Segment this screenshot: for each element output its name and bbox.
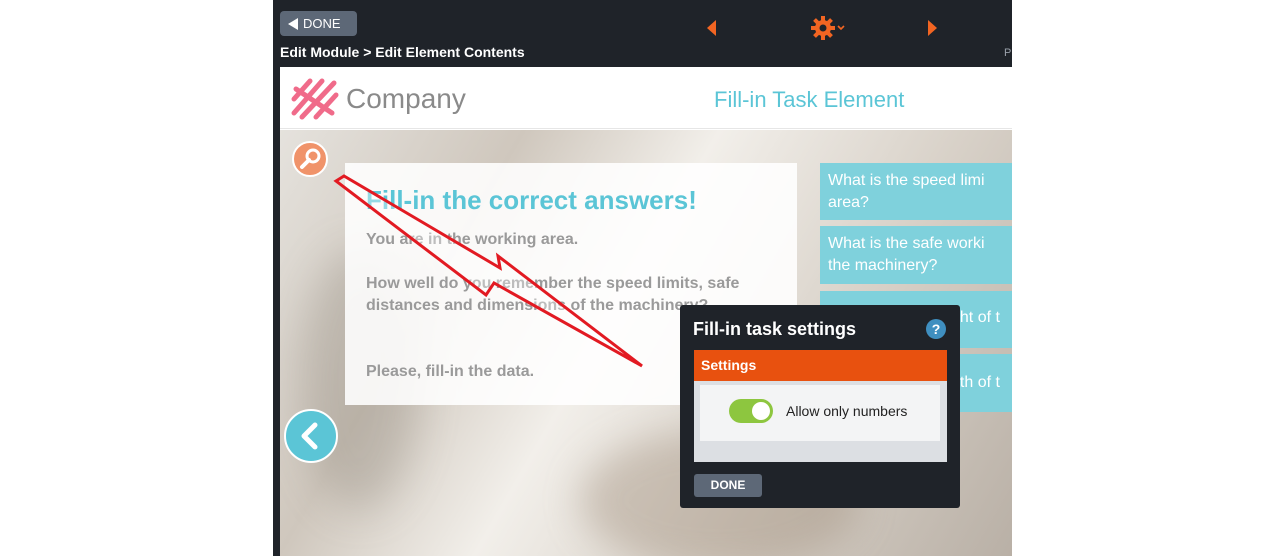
breadcrumb: Edit Module > Edit Element Contents: [280, 44, 525, 60]
question-text: area?: [828, 194, 869, 211]
back-chevron-icon[interactable]: [284, 409, 338, 463]
triangle-left-icon: [288, 17, 298, 30]
settings-dialog: Fill-in task settings ? Settings Allow o…: [680, 305, 960, 508]
question-item[interactable]: What is the speed limi area?: [820, 163, 1012, 220]
toggle-knob: [752, 402, 770, 420]
done-top-button[interactable]: DONE: [280, 11, 357, 36]
allow-numbers-label: Allow only numbers: [786, 403, 908, 419]
company-name: Company: [346, 83, 466, 114]
done-top-label: DONE: [303, 16, 341, 31]
task-title: Fill-in the correct answers!: [366, 185, 697, 215]
task-line-1: You are in the working area.: [366, 231, 579, 248]
question-text: What is the safe worki: [828, 235, 985, 252]
help-icon[interactable]: ?: [926, 319, 946, 339]
gear-icon[interactable]: [809, 14, 849, 42]
element-title: Fill-in Task Element: [714, 87, 905, 112]
next-arrow-icon[interactable]: [928, 20, 937, 36]
question-item[interactable]: What is the safe worki the machinery?: [820, 226, 1012, 284]
settings-panel: Settings Allow only numbers: [694, 350, 947, 462]
dialog-title: Fill-in task settings: [693, 319, 857, 339]
question-text: What is the speed limi: [828, 172, 985, 189]
prev-arrow-icon[interactable]: [707, 20, 716, 36]
question-text: the machinery?: [828, 257, 938, 274]
settings-section-header: Settings: [694, 350, 947, 381]
wrench-icon[interactable]: [292, 141, 328, 177]
settings-row: Allow only numbers: [700, 385, 940, 441]
allow-numbers-toggle[interactable]: [729, 399, 773, 423]
dialog-done-button[interactable]: DONE: [694, 474, 762, 497]
company-logo-icon: [291, 78, 339, 120]
truncated-label: P: [1004, 47, 1012, 59]
slide-header: Company Fill-in Task Element: [280, 67, 1012, 129]
